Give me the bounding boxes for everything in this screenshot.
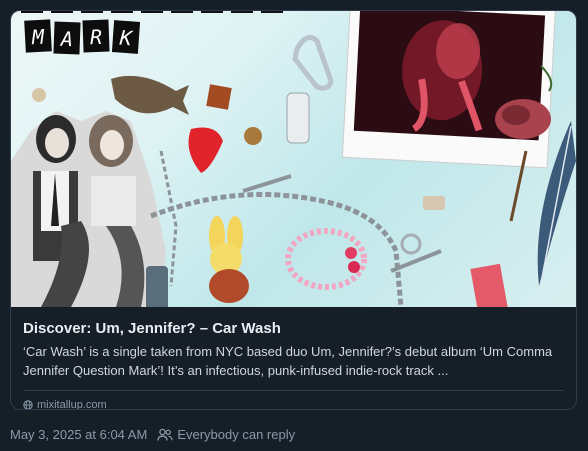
bottle-icon [146,266,168,307]
letter-tile-top [201,11,223,13]
can-tab-icon [400,233,422,255]
reply-setting[interactable]: Everybody can reply [157,427,295,443]
letter-tile-top [111,11,133,13]
link-preview-card[interactable]: M A R K Discover: Um, Jennifer? – Car Wa… [10,10,577,410]
bead-icon [345,247,357,259]
razor-blade-icon [286,92,310,144]
post-detail-footer: M A R K Discover: Um, Jennifer? – Car Wa… [0,0,588,451]
letter-tile-top [141,11,163,13]
people-icon [157,428,173,441]
link-preview-title[interactable]: Discover: Um, Jennifer? – Car Wash [23,319,564,339]
guitar-pick-icon [188,127,223,173]
letter-tile-text: R [90,25,103,49]
link-preview-text[interactable]: Discover: Um, Jennifer? – Car Wash ‘Car … [11,307,576,380]
letter-tile-top [21,11,43,13]
letter-tile-top [51,11,73,13]
polaroid-photo [341,11,557,169]
beaded-bracelet-icon [285,228,367,290]
collage-image: M A R K [11,11,576,307]
bead-icon [348,261,360,273]
fish-charm-icon [111,75,189,115]
letter-tile-top [171,11,193,13]
bead-icon [32,88,46,102]
lighter-icon [470,263,508,307]
knife-icon [242,174,292,193]
letter-tile-text: A [59,27,74,51]
carabiner-icon [292,34,334,91]
letter-tile-top [261,11,283,13]
mark-letter-tiles: M A R K [21,11,283,55]
link-preview-domain: mixitallup.com [37,399,107,410]
post-timestamp[interactable]: May 3, 2025 at 6:04 AM [10,427,147,443]
link-preview-image[interactable]: M A R K [11,11,576,307]
trinket-icon [423,196,445,210]
letter-tile-top [81,11,103,13]
post-meta-row: May 3, 2025 at 6:04 AM Everybody can rep… [10,427,295,443]
vintage-photo-cutout [11,111,166,307]
link-preview-description: ‘Car Wash’ is a single taken from NYC ba… [23,344,553,378]
letter-tile-top [231,11,253,13]
chain-icon [150,192,404,307]
link-preview-domain-row[interactable]: mixitallup.com [11,391,576,410]
globe-icon [23,400,33,409]
bunny-figure-icon [209,216,249,303]
letter-tile-text: M [30,25,45,50]
reply-setting-label: Everybody can reply [177,427,296,442]
tag-icon [206,84,232,110]
orb-pendant-icon [244,127,262,145]
